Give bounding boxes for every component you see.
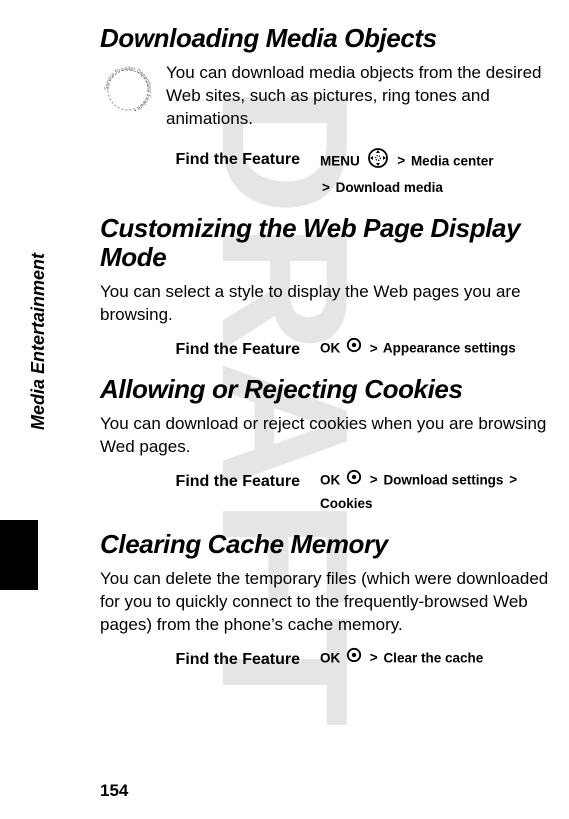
gt-icon: > <box>322 177 330 200</box>
menu-key-label: MENU <box>320 153 360 168</box>
feature-row-cookies: Find the Feature OK > Download settings … <box>100 469 549 516</box>
heading-cookies: Allowing or Rejecting Cookies <box>100 375 549 405</box>
body-customizing: You can select a style to display the We… <box>100 281 549 327</box>
heading-customizing: Customizing the Web Page Display Mode <box>100 214 549 274</box>
ok-key-label: OK <box>320 472 340 487</box>
feature-path-downloading: MENU > Media center > Download media <box>320 147 549 200</box>
center-key-icon <box>346 647 362 671</box>
path-cookies: Cookies <box>320 496 373 511</box>
body-cache: You can delete the temporary files (whic… <box>100 568 549 637</box>
ok-key-label: OK <box>320 341 340 356</box>
gt-icon: > <box>370 338 378 361</box>
svg-text:Service Provider Dependent Fea: Service Provider Dependent Feature • <box>104 66 152 113</box>
path-download-media: Download media <box>336 180 443 195</box>
find-the-feature-label: Find the Feature <box>100 647 320 669</box>
path-media-center: Media center <box>411 153 494 168</box>
feature-path-cache: OK > Clear the cache <box>320 647 549 671</box>
nav-key-icon <box>366 147 390 177</box>
find-the-feature-label: Find the Feature <box>100 469 320 491</box>
feature-path-customizing: OK > Appearance settings <box>320 337 549 361</box>
path-download-settings: Download settings <box>383 472 503 487</box>
heading-downloading: Downloading Media Objects <box>100 24 549 54</box>
gt-icon: > <box>509 469 517 492</box>
gt-icon: > <box>370 469 378 492</box>
gt-icon: > <box>370 647 378 670</box>
service-provider-dependent-icon: Service Provider Dependent Feature • <box>100 62 156 118</box>
body-downloading: You can download media objects from the … <box>166 62 549 131</box>
heading-cache: Clearing Cache Memory <box>100 530 549 560</box>
path-appearance-settings: Appearance settings <box>383 341 516 356</box>
page-content: Downloading Media Objects Service Provid… <box>0 0 569 819</box>
center-key-icon <box>346 337 362 361</box>
feature-row-cache: Find the Feature OK > Clear the cache <box>100 647 549 671</box>
find-the-feature-label: Find the Feature <box>100 147 320 169</box>
gt-icon: > <box>397 150 405 173</box>
body-cookies: You can download or reject cookies when … <box>100 413 549 459</box>
feature-row-customizing: Find the Feature OK > Appearance setting… <box>100 337 549 361</box>
center-key-icon <box>346 469 362 493</box>
ok-key-label: OK <box>320 650 340 665</box>
feature-path-cookies: OK > Download settings > Cookies <box>320 469 549 516</box>
feature-row-downloading: Find the Feature MENU > Media center > D… <box>100 147 549 200</box>
find-the-feature-label: Find the Feature <box>100 337 320 359</box>
path-clear-cache: Clear the cache <box>383 650 483 665</box>
intro-row: Service Provider Dependent Feature • You… <box>100 62 549 141</box>
